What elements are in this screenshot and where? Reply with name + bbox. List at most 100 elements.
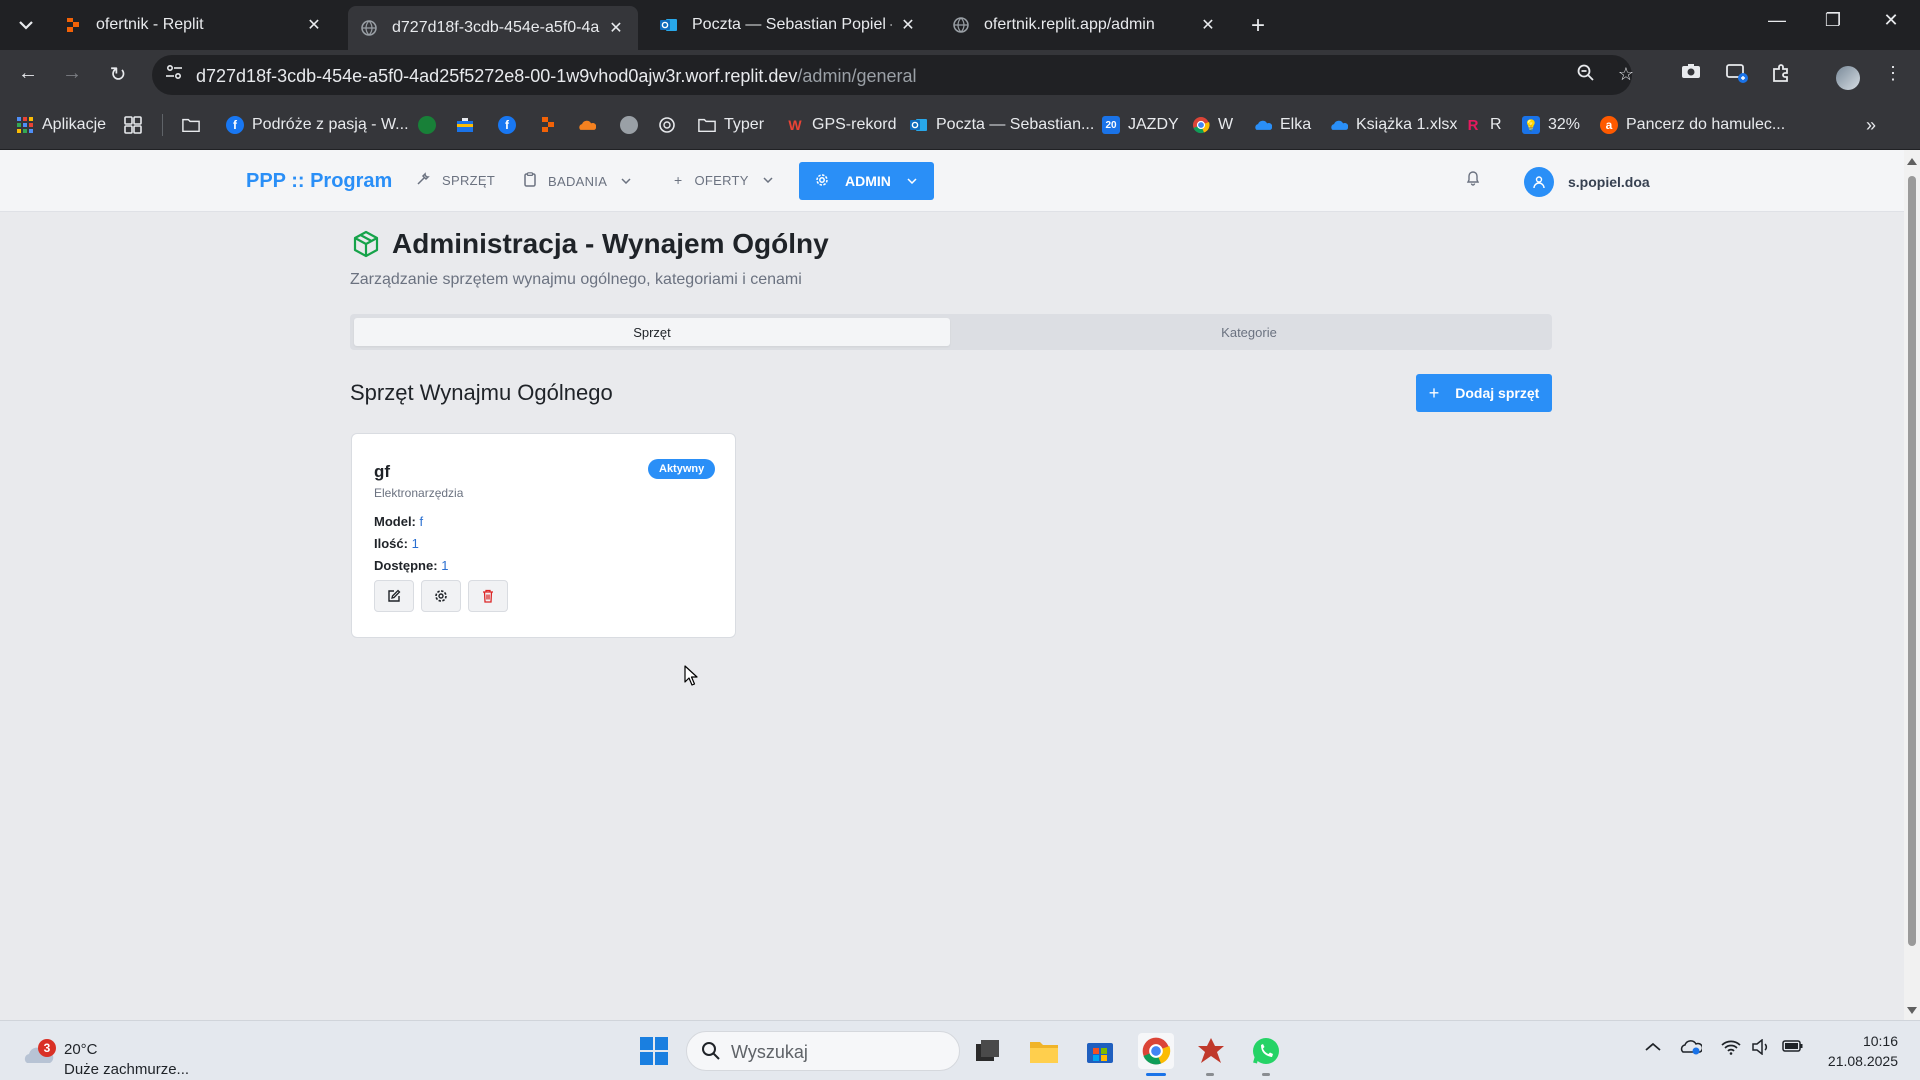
extension-badge-icon[interactable]	[1724, 63, 1750, 88]
more-bookmarks-icon[interactable]: »	[1866, 114, 1876, 136]
bookmark-label: W	[1218, 116, 1234, 133]
admin-tabs: Sprzęt Kategorie	[350, 314, 1552, 350]
microsoft-store-icon[interactable]	[1082, 1033, 1118, 1069]
url-path: /admin/general	[797, 66, 917, 86]
nav-label: OFERTY	[694, 172, 749, 188]
bookmark-ksiazka[interactable]: Książka 1.xlsx	[1330, 114, 1457, 136]
screenshot-icon[interactable]	[1678, 63, 1704, 84]
page-header: Administracja - Wynajem Ogólny	[352, 228, 829, 260]
browser-tab-ofertnik-admin[interactable]: ofertnik.replit.app/admin ✕	[940, 6, 1230, 44]
bookmark-jazdy[interactable]: 20 JAZDY	[1102, 114, 1179, 136]
close-tab-icon[interactable]: ✕	[606, 18, 626, 38]
clock-time: 10:16	[1862, 1033, 1898, 1049]
bookmark-replit[interactable]	[540, 114, 566, 136]
battery-icon[interactable]	[1782, 1039, 1804, 1058]
close-tab-icon[interactable]: ✕	[304, 15, 324, 35]
bell-icon[interactable]	[1466, 170, 1480, 191]
tab-kategorie[interactable]: Kategorie	[950, 318, 1548, 346]
bookmark-facebook[interactable]: f	[498, 114, 524, 136]
admin-label: ADMIN	[845, 173, 891, 189]
address-bar[interactable]: d727d18f-3cdb-454e-a5f0-4ad25f5272e8-00-…	[152, 55, 1634, 95]
url-text[interactable]: d727d18f-3cdb-454e-a5f0-4ad25f5272e8-00-…	[196, 66, 917, 87]
tab-sprzet[interactable]: Sprzęt	[354, 318, 950, 346]
chrome-taskbar-icon[interactable]	[1138, 1033, 1174, 1069]
bookmark-green[interactable]	[418, 114, 444, 136]
bookmark-label: Poczta — Sebastian...	[936, 116, 1095, 133]
equipment-category: Elektronarzędzia	[374, 486, 464, 500]
scroll-down-icon[interactable]	[1907, 1007, 1917, 1014]
close-window-button[interactable]: ✕	[1876, 10, 1906, 31]
add-equipment-label: Dodaj sprzęt	[1455, 385, 1540, 401]
bookmark-elka[interactable]: Elka	[1254, 114, 1311, 136]
tab-search-button[interactable]	[10, 9, 42, 41]
model-value: f	[419, 514, 424, 529]
user-name[interactable]: s.popiel.doa	[1568, 174, 1650, 190]
onedrive-tray-icon[interactable]	[1680, 1039, 1704, 1060]
bookmark-openai[interactable]	[658, 114, 684, 136]
bookmark-globe[interactable]	[620, 114, 646, 136]
bookmark-typer[interactable]: Typer	[698, 114, 764, 136]
tab-title: ofertnik.replit.app/admin	[984, 16, 1155, 33]
reload-button[interactable]: ↻	[104, 62, 132, 87]
nav-oferty[interactable]: + OFERTY	[674, 172, 773, 188]
edit-button[interactable]	[374, 580, 414, 612]
scroll-up-icon[interactable]	[1907, 158, 1917, 165]
brand-logo[interactable]: PPP :: Program	[246, 170, 392, 193]
settings-button[interactable]	[421, 580, 461, 612]
clock-date: 21.08.2025	[1827, 1053, 1898, 1069]
close-tab-icon[interactable]: ✕	[898, 15, 918, 35]
file-explorer-icon[interactable]	[1026, 1033, 1062, 1069]
bookmark-r[interactable]: R R	[1464, 114, 1502, 136]
bookmark-tab-groups[interactable]	[124, 114, 150, 136]
bookmark-bag[interactable]	[456, 114, 482, 136]
back-button[interactable]: ←	[14, 62, 42, 85]
bookmark-label: R	[1490, 116, 1502, 133]
volume-icon[interactable]	[1750, 1038, 1772, 1060]
bookmark-podroze[interactable]: f Podróże z pasją - W...	[226, 114, 409, 136]
system-clock[interactable]: 10:16 21.08.2025	[1818, 1031, 1898, 1071]
windows-start-icon[interactable]	[640, 1037, 668, 1065]
nav-badania[interactable]: BADANIA	[524, 172, 631, 190]
url-host: d727d18f-3cdb-454e-a5f0-4ad25f5272e8-00-…	[196, 66, 798, 86]
bookmark-w[interactable]: W	[1192, 114, 1233, 136]
wifi-icon[interactable]	[1720, 1039, 1742, 1060]
nav-sprzet[interactable]: SPRZĘT	[416, 172, 495, 189]
bookmark-gps-rekord[interactable]: W GPS-rekord	[786, 114, 896, 136]
taskbar-search[interactable]: Wyszukaj	[686, 1031, 960, 1071]
browser-tab-replit[interactable]: ofertnik - Replit ✕	[52, 6, 336, 44]
site-info-icon[interactable]	[162, 63, 186, 87]
search-placeholder: Wyszukaj	[731, 1042, 808, 1062]
show-hidden-icons-icon[interactable]	[1642, 1039, 1664, 1057]
chrome-menu-icon[interactable]: ⋮	[1880, 63, 1906, 84]
bookmark-pancerz[interactable]: a Pancerz do hamulec...	[1600, 114, 1785, 136]
forward-button[interactable]: →	[58, 62, 86, 85]
profile-avatar[interactable]	[1836, 66, 1860, 90]
add-equipment-button[interactable]: + Dodaj sprzęt	[1416, 374, 1552, 412]
minimize-button[interactable]: —	[1762, 10, 1792, 31]
weather-widget[interactable]: 3 20°C Duże zachmurze...	[20, 1031, 220, 1078]
delete-button[interactable]	[468, 580, 508, 612]
bookmark-cloud[interactable]	[578, 114, 604, 136]
bookmark-poczta[interactable]: Poczta — Sebastian...	[910, 114, 1094, 136]
bookmarks-bar: Aplikacje f Podróże z pasją - W... f Typ…	[0, 100, 1920, 150]
user-avatar[interactable]	[1524, 167, 1554, 197]
bookmark-star-icon[interactable]: ☆	[1614, 64, 1638, 85]
close-tab-icon[interactable]: ✕	[1198, 15, 1218, 35]
restore-button[interactable]: ❐	[1818, 10, 1848, 31]
app-red-icon[interactable]	[1193, 1033, 1229, 1069]
page-scrollbar[interactable]	[1904, 150, 1920, 1020]
apps-grid-icon	[16, 116, 34, 134]
bookmark-apps[interactable]: Aplikacje	[16, 114, 106, 136]
browser-tab-active[interactable]: d727d18f-3cdb-454e-a5f0-4ad25f5272e8 ✕	[348, 6, 638, 50]
zoom-icon[interactable]	[1574, 64, 1598, 87]
browser-tab-outlook[interactable]: Poczta — Sebastian Popiel — O ✕	[648, 6, 930, 44]
scrollbar-thumb[interactable]	[1908, 176, 1916, 946]
bookmark-folder[interactable]	[182, 114, 208, 136]
status-badge: Aktywny	[648, 459, 716, 479]
task-view-icon[interactable]	[970, 1033, 1006, 1069]
whatsapp-icon[interactable]	[1248, 1033, 1284, 1069]
extensions-puzzle-icon[interactable]	[1768, 63, 1794, 88]
admin-menu-button[interactable]: ADMIN	[799, 162, 934, 200]
bookmark-32[interactable]: 💡 32%	[1522, 114, 1580, 136]
new-tab-button[interactable]: +	[1244, 12, 1272, 40]
